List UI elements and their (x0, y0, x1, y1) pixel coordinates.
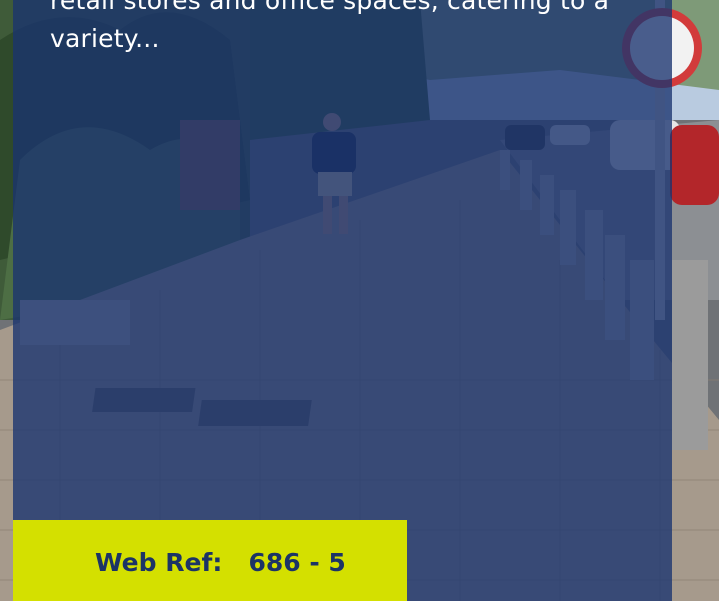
web-ref-badge: Web Ref: 686 - 5 (13, 520, 407, 601)
web-ref-label: Web Ref: (95, 548, 223, 577)
listing-overlay (13, 0, 672, 601)
listing-description: retail stores and office spaces, caterin… (50, 0, 610, 53)
web-ref-value: 686 - 5 (248, 548, 346, 577)
web-ref-text: Web Ref: 686 - 5 (95, 548, 346, 577)
